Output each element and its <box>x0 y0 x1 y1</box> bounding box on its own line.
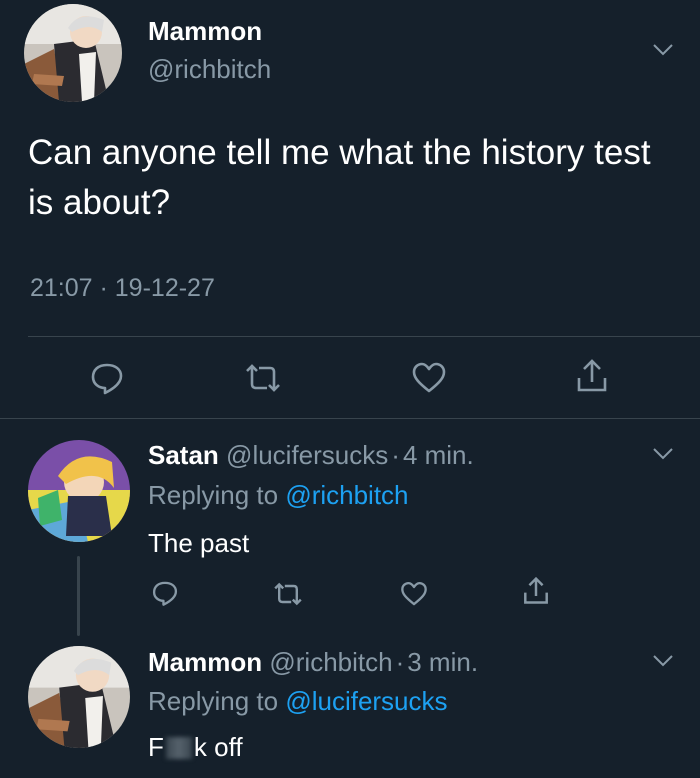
divider <box>28 336 700 337</box>
reply-time[interactable]: 4 min. <box>403 440 474 470</box>
retweet-icon[interactable] <box>272 581 304 607</box>
replying-to-label: Replying to <box>148 686 279 716</box>
share-icon[interactable] <box>522 576 550 606</box>
separator-dot: · <box>395 647 405 677</box>
heart-icon[interactable] <box>400 581 428 607</box>
reply-text: Fk off <box>148 732 243 763</box>
author-handle[interactable]: @richbitch <box>148 54 271 85</box>
chevron-down-icon[interactable] <box>652 43 674 57</box>
tweet-text: Can anyone tell me what the history test… <box>28 133 651 222</box>
reply-handle[interactable]: @lucifersucks <box>226 440 388 470</box>
reply-text-end: k off <box>193 732 243 762</box>
replying-to-link[interactable]: @richbitch <box>285 480 408 510</box>
reply-text: The past <box>148 528 250 558</box>
reply-time[interactable]: 3 min. <box>407 647 478 677</box>
reply-display-name[interactable]: Mammon <box>148 647 262 677</box>
reply-header: Satan @lucifersucks · 4 min. <box>148 440 474 471</box>
reply-header: Mammon @richbitch · 3 min. <box>148 647 478 678</box>
replying-to-link[interactable]: @lucifersucks <box>285 686 447 716</box>
share-icon[interactable] <box>575 358 609 394</box>
chevron-down-icon[interactable] <box>652 654 674 668</box>
separator-dot: · <box>391 440 400 470</box>
replying-to-line: Replying to @lucifersucks <box>148 686 448 717</box>
chevron-down-icon[interactable] <box>652 447 674 461</box>
reply-icon[interactable] <box>151 579 179 607</box>
replying-to-line: Replying to @richbitch <box>148 480 409 511</box>
reply-text-start: F <box>148 732 164 762</box>
author-display-name[interactable]: Mammon <box>148 16 262 47</box>
reply-icon[interactable] <box>89 360 125 396</box>
thread-line <box>77 556 80 636</box>
avatar-satan[interactable] <box>28 440 130 542</box>
reply-display-name[interactable]: Satan <box>148 440 219 470</box>
reply-handle[interactable]: @richbitch <box>269 647 392 677</box>
censor-blur <box>165 737 192 759</box>
avatar-mammon[interactable] <box>24 4 122 102</box>
replying-to-label: Replying to <box>148 480 279 510</box>
tweet-timestamp[interactable]: 21:07 · 19-12-27 <box>30 274 215 303</box>
retweet-icon[interactable] <box>243 362 283 394</box>
avatar-mammon[interactable] <box>28 646 130 748</box>
divider <box>0 418 700 419</box>
heart-icon[interactable] <box>411 362 447 394</box>
